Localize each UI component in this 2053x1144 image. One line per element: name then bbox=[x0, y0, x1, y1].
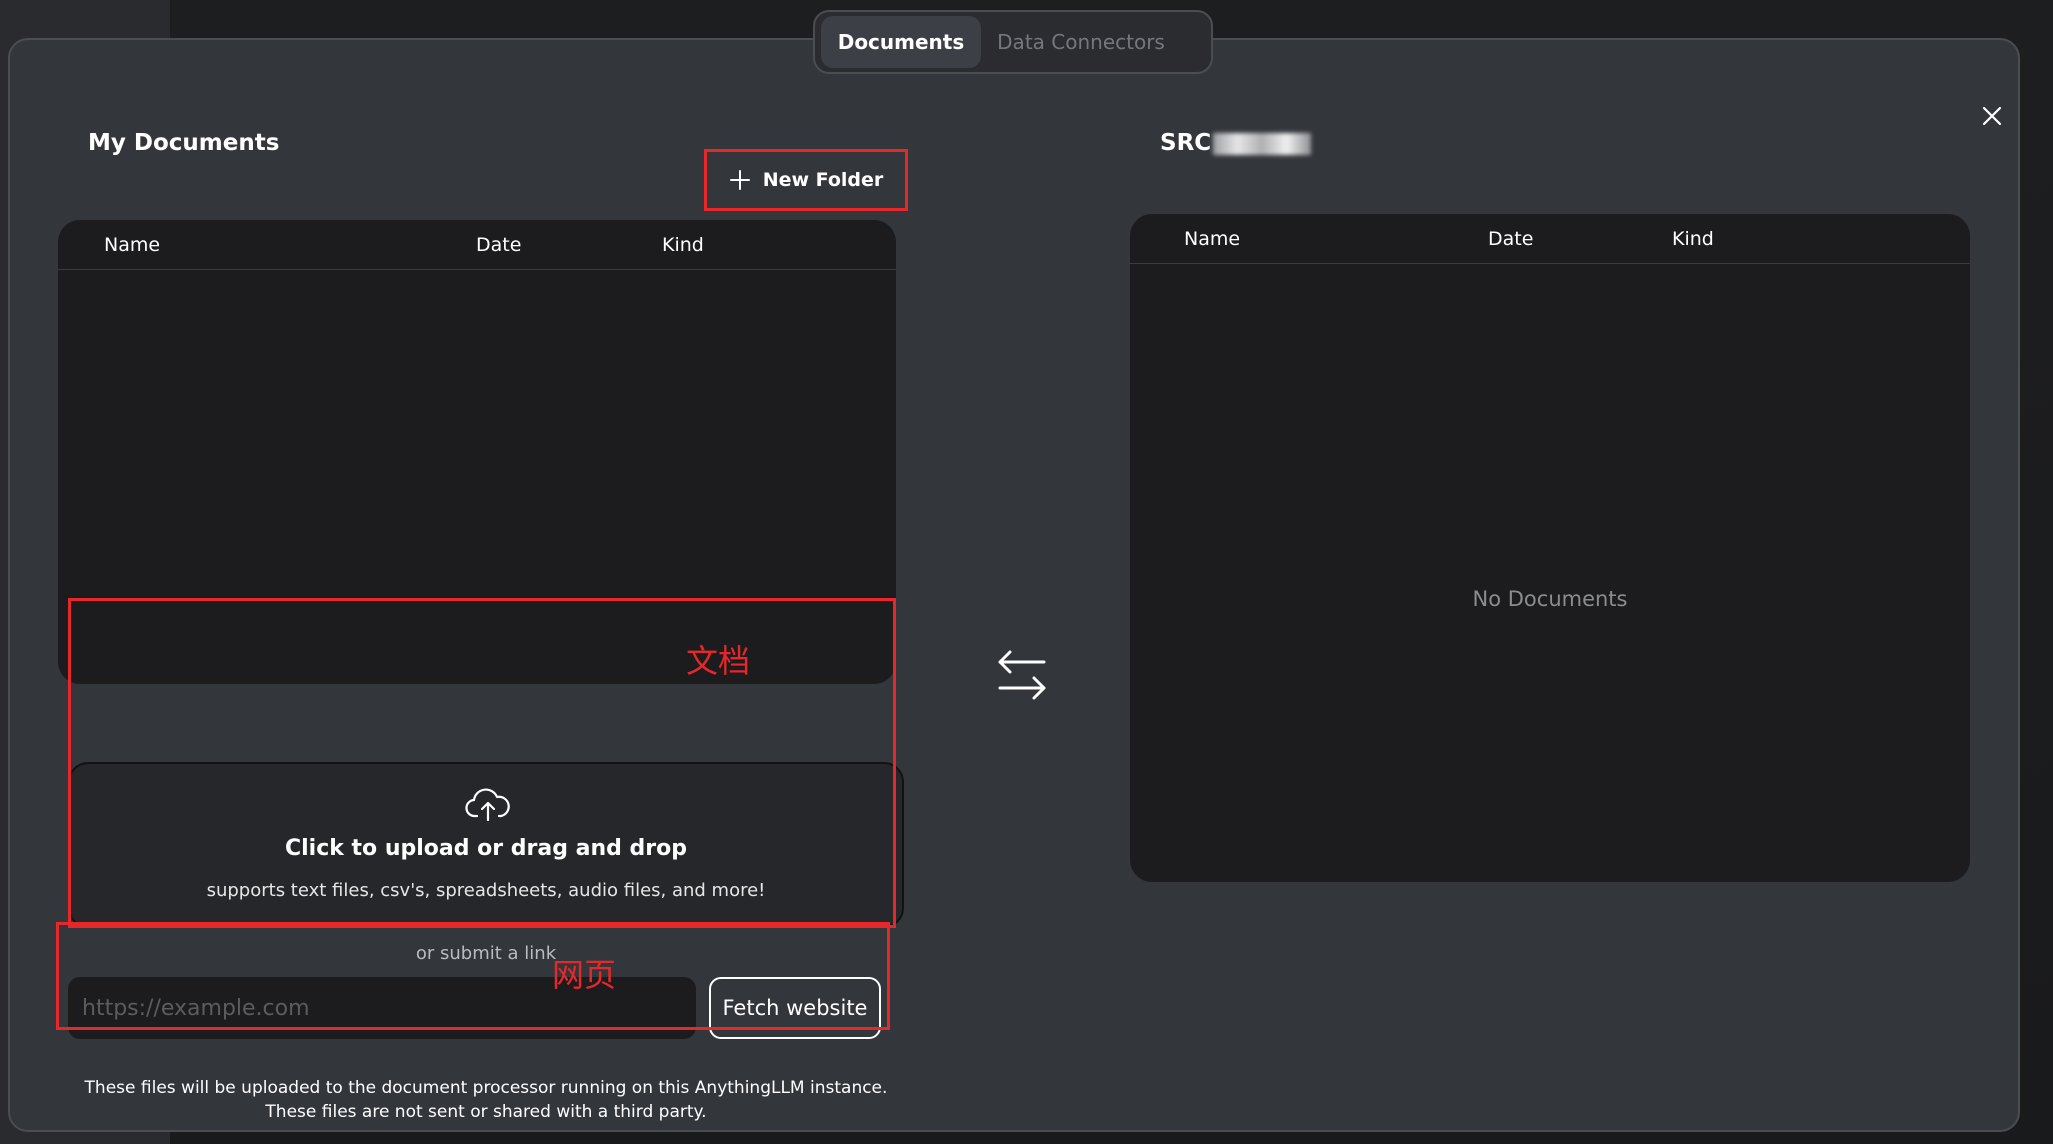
workspace-title: SRC bbox=[1160, 130, 1312, 156]
top-tabs: Documents Data Connectors bbox=[813, 10, 1213, 74]
my-documents-title: My Documents bbox=[88, 130, 280, 156]
upload-disclaimer: These files will be uploaded to the docu… bbox=[68, 1076, 904, 1124]
tab-documents[interactable]: Documents bbox=[821, 16, 981, 68]
workspace-documents-table: Name Date Kind No Documents bbox=[1130, 214, 1970, 882]
column-date[interactable]: Date bbox=[1488, 228, 1533, 250]
no-documents-message: No Documents bbox=[1472, 587, 1628, 611]
annotation-label-web: 网页 bbox=[552, 956, 617, 994]
column-kind[interactable]: Kind bbox=[662, 234, 704, 256]
swap-arrows-icon[interactable] bbox=[994, 650, 1050, 702]
annotation-box-documents bbox=[68, 598, 896, 928]
column-kind[interactable]: Kind bbox=[1672, 228, 1714, 250]
workspace-title-text: SRC bbox=[1160, 130, 1212, 156]
document-manager-modal: My Documents New Folder Name Date Kind C… bbox=[8, 38, 2020, 1132]
new-folder-label: New Folder bbox=[762, 169, 884, 191]
disclaimer-line-2: These files are not sent or shared with … bbox=[265, 1102, 707, 1122]
table-header: Name Date Kind bbox=[1130, 214, 1970, 264]
table-header: Name Date Kind bbox=[58, 220, 896, 270]
column-name[interactable]: Name bbox=[104, 234, 160, 256]
close-icon[interactable] bbox=[1980, 104, 2004, 128]
plus-icon bbox=[729, 170, 750, 190]
column-date[interactable]: Date bbox=[476, 234, 521, 256]
disclaimer-line-1: These files will be uploaded to the docu… bbox=[84, 1078, 888, 1098]
annotation-box-web bbox=[56, 922, 890, 1030]
column-name[interactable]: Name bbox=[1184, 228, 1240, 250]
annotation-label-documents: 文档 bbox=[686, 642, 751, 680]
tab-data-connectors[interactable]: Data Connectors bbox=[981, 16, 1181, 68]
redacted-text bbox=[1213, 132, 1312, 155]
new-folder-button[interactable]: New Folder bbox=[704, 149, 908, 211]
